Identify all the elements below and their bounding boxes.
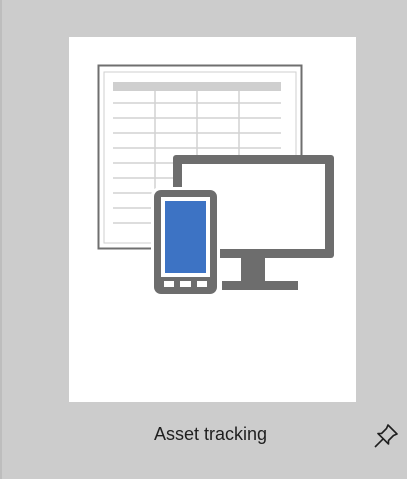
template-tile-asset-tracking[interactable]: Asset tracking bbox=[0, 0, 407, 479]
template-thumbnail[interactable] bbox=[69, 37, 356, 402]
asset-tracking-illustration-icon bbox=[97, 64, 334, 297]
template-title: Asset tracking bbox=[153, 424, 268, 444]
pin-icon[interactable] bbox=[372, 422, 400, 450]
